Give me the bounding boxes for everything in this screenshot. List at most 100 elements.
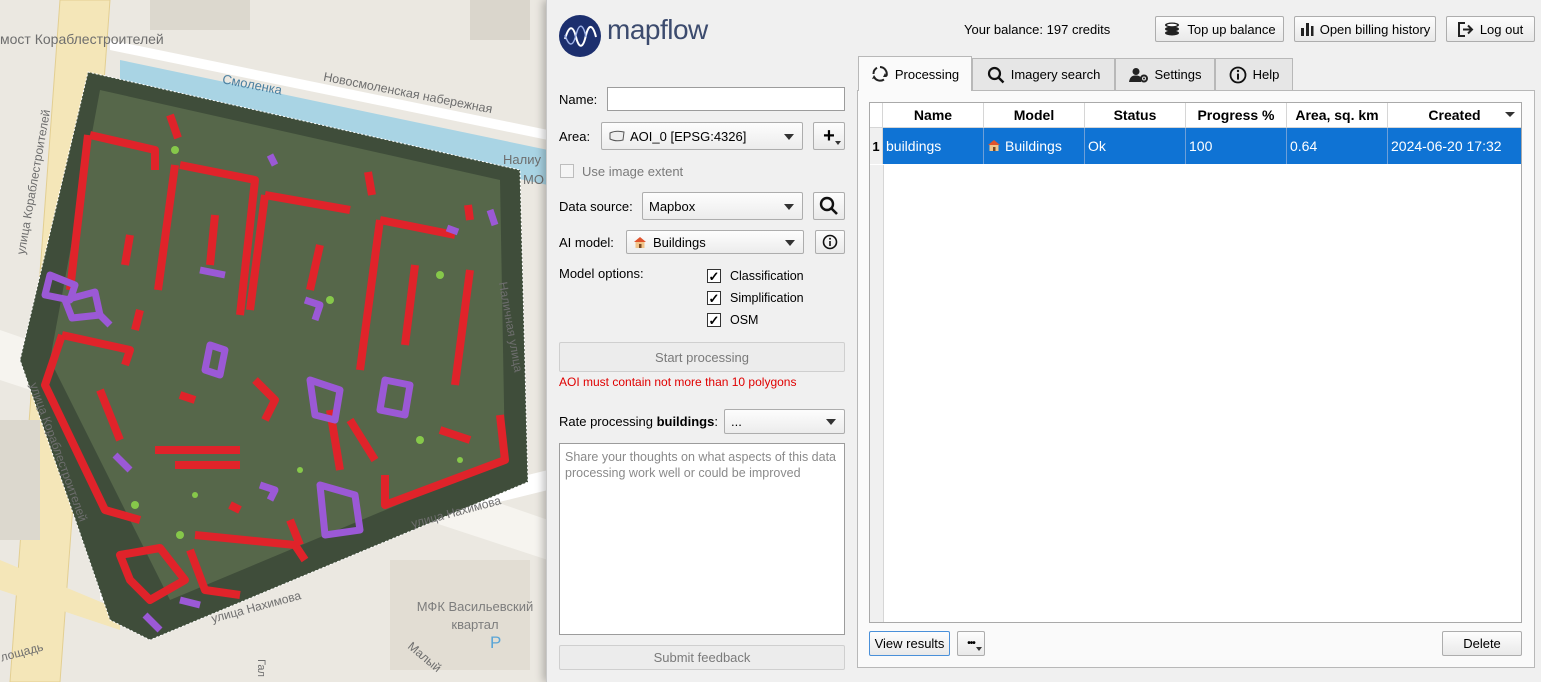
parking-icon: P	[490, 633, 502, 652]
corner-cell	[870, 103, 883, 128]
info-icon	[822, 234, 838, 250]
delete-button[interactable]: Delete	[1442, 631, 1522, 656]
chevron-down-icon	[784, 204, 794, 210]
data-source-value: Mapbox	[649, 198, 696, 214]
imagery-search-button[interactable]	[813, 192, 845, 220]
cell-model[interactable]: Buildings	[983, 127, 1085, 164]
start-processing-label: Start processing	[655, 349, 749, 365]
search-icon	[819, 196, 838, 215]
logout-icon	[1457, 21, 1474, 37]
logout-label: Log out	[1479, 21, 1524, 37]
more-icon: •••	[967, 638, 975, 649]
cell-status[interactable]: Ok	[1084, 127, 1186, 164]
ai-model-label: AI model:	[559, 235, 614, 250]
sort-descending-icon	[1505, 112, 1515, 117]
chevron-down-icon	[976, 647, 982, 651]
table-row[interactable]: 1 buildings Buildings Ok 100 0.64 2024-0…	[870, 127, 1521, 164]
osm-label: OSM	[730, 313, 759, 327]
open-billing-history-button[interactable]: Open billing history	[1294, 16, 1436, 42]
row-number: 1	[870, 127, 883, 164]
row-header-gutter	[870, 165, 884, 622]
tab-settings[interactable]: Settings	[1115, 58, 1215, 90]
submit-feedback-label: Submit feedback	[653, 650, 751, 665]
column-header-name[interactable]: Name	[882, 103, 984, 128]
tab-help-label: Help	[1252, 67, 1280, 82]
tab-settings-label: Settings	[1154, 67, 1202, 82]
logo-text: mapflow	[607, 14, 708, 45]
osm-checkbox[interactable]: ✓	[707, 313, 721, 327]
tab-processing-label: Processing	[894, 66, 960, 82]
search-icon	[987, 66, 1005, 83]
house-icon	[988, 140, 1000, 151]
use-image-extent-checkbox[interactable]	[560, 164, 574, 178]
name-input[interactable]	[607, 87, 845, 111]
chevron-down-icon	[835, 141, 841, 145]
plus-icon: +	[823, 124, 835, 147]
column-header-progress[interactable]: Progress %	[1185, 103, 1287, 128]
area-select[interactable]: AOI_0 [EPSG:4326]	[601, 122, 803, 150]
name-label: Name:	[559, 92, 598, 107]
map-canvas[interactable]: мост Кораблестроителей Смоленка Новосмол…	[0, 0, 548, 682]
rating-value: ...	[731, 414, 742, 429]
area-label: Area:	[559, 129, 591, 144]
info-icon	[1229, 66, 1247, 83]
chevron-down-icon	[826, 419, 836, 425]
billing-label: Open billing history	[1319, 21, 1431, 37]
map-label: МО	[523, 172, 544, 187]
map-label: Гал	[254, 659, 267, 677]
add-area-button[interactable]: +	[813, 122, 845, 150]
top-up-balance-button[interactable]: Top up balance	[1155, 16, 1284, 42]
column-header-created[interactable]: Created	[1387, 103, 1521, 128]
rating-select[interactable]: ...	[724, 409, 845, 434]
tab-help[interactable]: Help	[1215, 58, 1293, 90]
top-up-label: Top up balance	[1187, 21, 1276, 37]
map-label: Налиу	[503, 152, 541, 167]
view-results-button[interactable]: View results	[869, 631, 950, 656]
model-info-button[interactable]	[815, 230, 845, 254]
area-value: AOI_0 [EPSG:4326]	[630, 128, 747, 144]
column-header-area[interactable]: Area, sq. km	[1286, 103, 1388, 128]
tab-imagery-search-label: Imagery search	[1010, 67, 1101, 82]
cell-progress[interactable]: 100	[1185, 127, 1287, 164]
chevron-down-icon	[785, 240, 795, 246]
delete-label: Delete	[1463, 636, 1501, 651]
simplification-label: Simplification	[730, 291, 804, 305]
cell-name[interactable]: buildings	[882, 127, 984, 164]
cell-created[interactable]: 2024-06-20 17:32	[1387, 127, 1521, 164]
feedback-textarea[interactable]: Share your thoughts on what aspects of t…	[559, 443, 845, 635]
classification-label: Classification	[730, 269, 804, 283]
map-label: мост Кораблестроителей	[0, 31, 164, 47]
classification-checkbox[interactable]: ✓	[707, 269, 721, 283]
tab-imagery-search[interactable]: Imagery search	[972, 58, 1115, 90]
view-results-label: View results	[874, 636, 945, 651]
cell-area[interactable]: 0.64	[1286, 127, 1388, 164]
user-settings-icon	[1128, 67, 1148, 82]
column-header-status[interactable]: Status	[1084, 103, 1186, 128]
ai-model-value: Buildings	[653, 234, 706, 250]
tab-processing[interactable]: Processing	[858, 56, 972, 91]
house-icon	[634, 236, 646, 248]
simplification-checkbox[interactable]: ✓	[707, 291, 721, 305]
use-image-extent-label: Use image extent	[582, 164, 684, 179]
submit-feedback-button[interactable]: Submit feedback	[559, 645, 845, 670]
ai-model-select[interactable]: Buildings	[626, 230, 804, 254]
feedback-placeholder: Share your thoughts on what aspects of t…	[565, 450, 837, 480]
column-header-model[interactable]: Model	[983, 103, 1085, 128]
mapflow-logo-icon	[559, 15, 601, 57]
data-source-label: Data source:	[559, 199, 633, 214]
coins-icon	[1165, 22, 1180, 36]
polygon-icon	[609, 130, 625, 142]
model-options-label: Model options:	[559, 266, 644, 281]
processings-table[interactable]: Name Model Status Progress % Area, sq. k…	[869, 102, 1522, 623]
processing-icon	[871, 66, 888, 82]
chevron-down-icon	[784, 134, 794, 140]
data-source-select[interactable]: Mapbox	[642, 192, 803, 220]
bar-chart-icon	[1300, 23, 1314, 36]
table-header: Name Model Status Progress % Area, sq. k…	[870, 103, 1521, 128]
error-message: AOI must contain not more than 10 polygo…	[559, 375, 797, 389]
start-processing-button[interactable]: Start processing	[559, 342, 845, 372]
log-out-button[interactable]: Log out	[1446, 16, 1535, 42]
more-options-button[interactable]: •••	[957, 631, 985, 656]
mapflow-dialog: mapflow Your balance: 197 credits Top up…	[546, 0, 1541, 682]
balance-label: Your balance: 197 credits	[964, 22, 1111, 37]
